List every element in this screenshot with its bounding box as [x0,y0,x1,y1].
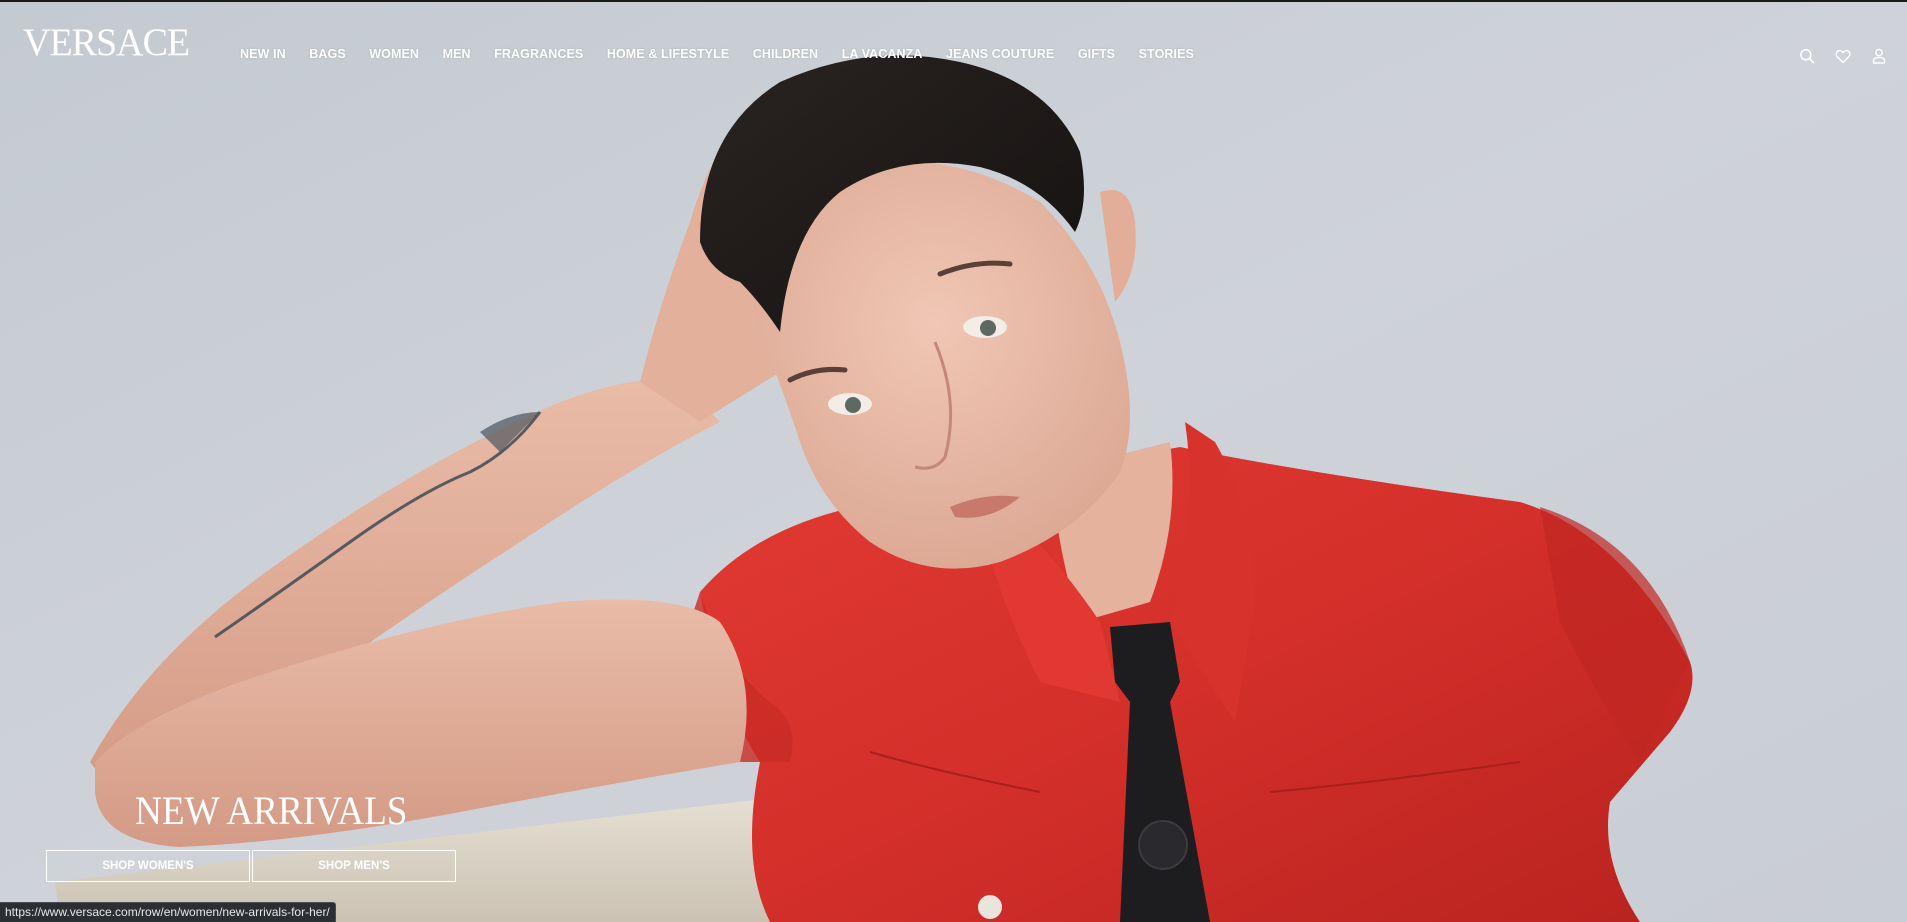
nav-children[interactable]: CHILDREN [753,47,818,61]
user-icon[interactable] [1869,46,1889,66]
heart-icon[interactable] [1833,46,1853,66]
nav-la-vacanza[interactable]: LA VACANZA [842,47,923,61]
site-header: VERSACE NEW IN BAGS WOMEN MEN FRAGRANCES… [0,2,1907,102]
nav-home-lifestyle[interactable]: HOME & LIFESTYLE [607,47,729,61]
versace-logo[interactable]: VERSACE [23,24,190,63]
link-preview-status-bar: https://www.versace.com/row/en/women/new… [0,902,336,922]
page-viewport: VERSACE NEW IN BAGS WOMEN MEN FRAGRANCES… [0,2,1907,922]
nav-stories[interactable]: STORIES [1139,47,1194,61]
shop-womens-button[interactable]: SHOP WOMEN'S [46,850,250,882]
nav-gifts[interactable]: GIFTS [1078,47,1115,61]
nav-men[interactable]: MEN [443,47,471,61]
nav-women[interactable]: WOMEN [369,47,419,61]
hero-cta-group: SHOP WOMEN'S SHOP MEN'S [46,850,458,882]
main-navigation: NEW IN BAGS WOMEN MEN FRAGRANCES HOME & … [240,47,1217,61]
nav-bags[interactable]: BAGS [309,47,346,61]
nav-new-in[interactable]: NEW IN [240,47,286,61]
hero-title: NEW ARRIVALS [135,788,408,833]
header-utility-icons [1797,46,1889,66]
nav-jeans-couture[interactable]: JEANS COUTURE [946,47,1054,61]
search-icon[interactable] [1797,46,1817,66]
hero-image[interactable] [0,2,1907,922]
nav-fragrances[interactable]: FRAGRANCES [494,47,583,61]
shop-mens-button[interactable]: SHOP MEN'S [252,850,456,882]
